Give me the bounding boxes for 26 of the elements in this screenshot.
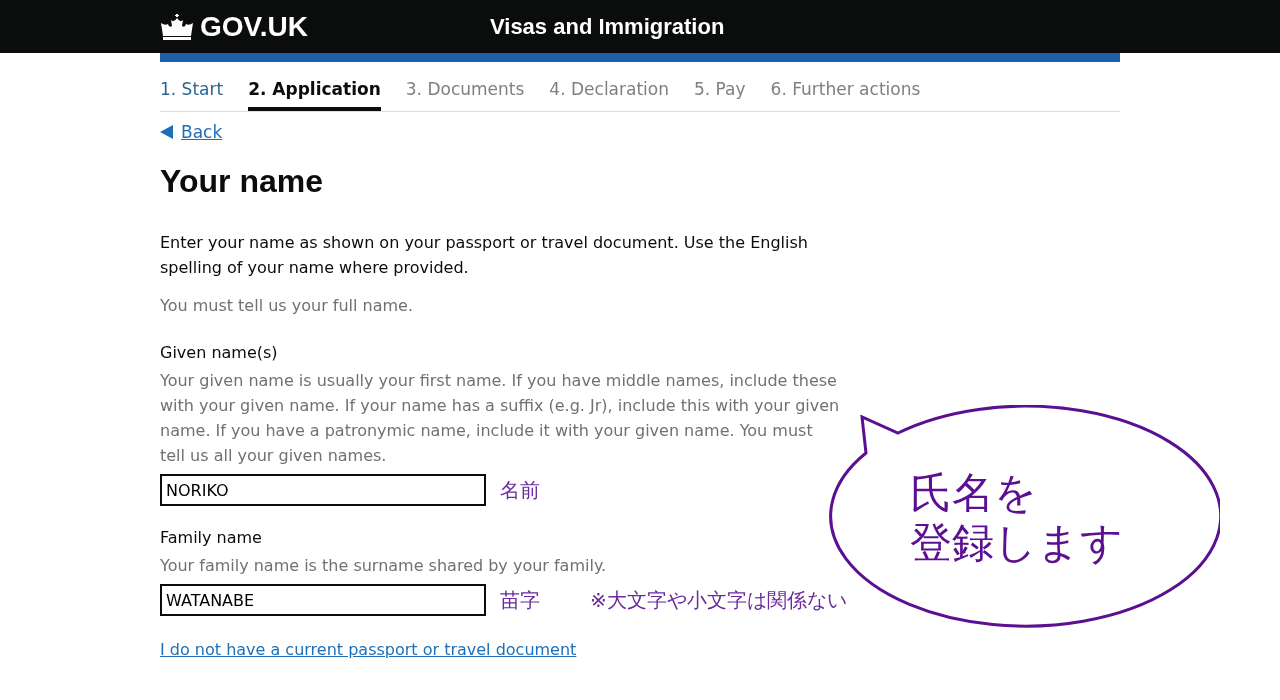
back-link[interactable]: Back [181,122,223,142]
annotation-text: 名前 [500,476,541,504]
step-tab[interactable]: 6. Further actions [770,79,921,107]
service-name[interactable]: Visas and Immigration [490,13,725,40]
input-field[interactable]: WATANABE [160,584,486,617]
callout-text: 登録します [910,518,1123,568]
logo-link[interactable]: GOV.UK [160,10,490,43]
crown-icon [160,13,194,40]
annotation-note: ※大文字や小文字は関係ない [590,586,847,614]
callout-text: 氏名を [910,468,1038,518]
step-tab[interactable]: 3. Documents [405,79,525,107]
requirement-text: You must tell us your full name. [160,296,414,316]
page-heading: Your name [160,162,324,201]
annotation-text: 苗字 [500,586,541,614]
input-field[interactable]: NORIKO [160,474,486,507]
step-tab[interactable]: 1. Start [160,79,224,107]
field-label: Given name(s) [160,343,278,363]
field-hint: Your given name is usually your first name. If you have middle names, include these with your given name. If your name has a suffix (e.g. Jr), include this with your given name. If you have a patronymic name, include it with your given name. You must tell us all your given names. [160,370,840,468]
intro-text: Enter your name as shown on your passport or travel document. Use the English spelling of your name where provided. [160,232,809,280]
step-tab[interactable]: 5. Pay [694,79,746,107]
field-hint: Your family name is the surname shared by your family. [160,555,608,578]
back-arrow-icon [160,125,173,139]
field-label: Family name [160,528,262,548]
step-tab[interactable]: 4. Declaration [549,79,669,107]
step-tab[interactable]: 2. Application [248,79,381,111]
no-passport-link[interactable]: I do not have a current passport or travel document [160,640,577,660]
